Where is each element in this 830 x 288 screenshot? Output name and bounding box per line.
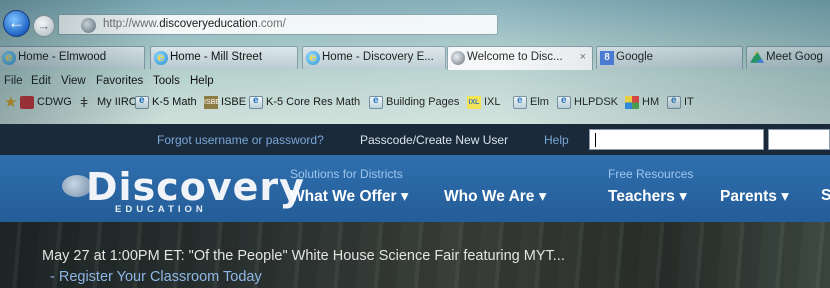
tab-label: Meet Goog <box>766 51 823 63</box>
page-icon <box>249 95 263 109</box>
username-input[interactable] <box>589 129 764 150</box>
text-caret <box>595 133 596 147</box>
google-icon: 8 <box>600 51 614 65</box>
site-utility-bar: Forgot username or password? Passcode/Cr… <box>0 124 830 155</box>
menu-help[interactable]: Help <box>190 75 214 87</box>
fav-isbe[interactable]: ISBE ISBE <box>204 96 246 109</box>
forgot-password-link[interactable]: Forgot username or password? <box>157 133 324 147</box>
favorites-star-icon[interactable]: ★ <box>4 95 17 110</box>
fav-building-pages[interactable]: Building Pages <box>369 95 459 109</box>
fav-k5-core-res-math[interactable]: K-5 Core Res Math <box>249 95 360 109</box>
tab-label: Home - Mill Street <box>170 51 263 63</box>
close-tab-icon[interactable]: × <box>580 51 586 63</box>
districts-section-label: Solutions for Districts <box>290 167 403 181</box>
drive-icon <box>750 51 764 63</box>
address-bar[interactable]: http://www.discoveryeducation.com/ <box>58 14 498 35</box>
tab-google[interactable]: 8 Google <box>596 46 743 69</box>
discovery-logo[interactable]: Discovery EDUCATION <box>60 165 304 215</box>
forward-button[interactable]: → <box>33 15 55 37</box>
irc-icon: ǂ <box>80 94 89 110</box>
register-classroom-link[interactable]: - Register Your Classroom Today <box>50 269 262 285</box>
nav-teachers[interactable]: Teachers ▾ <box>608 187 687 206</box>
tab-welcome-discovery[interactable]: Welcome to Disc... × <box>447 46 593 70</box>
browser-chrome: ← → http://www.discoveryeducation.com/ e… <box>0 0 830 124</box>
tab-strip: e Home - Elmwood e Home - Mill Street e … <box>0 46 830 70</box>
logo-text: Discovery <box>86 165 305 209</box>
fav-k5-math[interactable]: K-5 Math <box>135 95 197 109</box>
tab-meet-google[interactable]: Meet Goog <box>746 46 830 69</box>
page-icon <box>667 95 681 109</box>
site-globe-icon <box>81 18 96 33</box>
tab-home-discovery[interactable]: e Home - Discovery E... <box>302 46 446 69</box>
address-url[interactable]: http://www.discoveryeducation.com/ <box>103 18 286 30</box>
ixl-icon: IXL <box>467 96 481 109</box>
tab-label: Google <box>616 51 654 63</box>
tab-home-mill-street[interactable]: e Home - Mill Street <box>150 46 298 69</box>
menu-view[interactable]: View <box>61 75 86 87</box>
fav-ixl[interactable]: IXL IXL <box>467 96 501 109</box>
navigation-row: ← → http://www.discoveryeducation.com/ <box>0 10 830 37</box>
page-icon <box>135 95 149 109</box>
fav-hlpdsk[interactable]: HLPDSK <box>557 95 618 109</box>
globe-icon <box>451 51 465 65</box>
back-button[interactable]: ← <box>3 10 30 37</box>
menu-edit[interactable]: Edit <box>31 75 51 87</box>
fav-it[interactable]: IT <box>667 95 694 109</box>
nav-who-we-are[interactable]: Who We Are ▾ <box>444 187 547 206</box>
menu-tools[interactable]: Tools <box>153 75 180 87</box>
tab-label: Home - Discovery E... <box>322 51 434 63</box>
ie-icon: e <box>154 51 168 65</box>
fav-my-iirc[interactable]: ǂ My IIRC <box>80 94 137 110</box>
logo-subtext: EDUCATION <box>115 204 207 215</box>
tab-label: Home - Elmwood <box>18 51 107 63</box>
isbe-icon: ISBE <box>204 96 220 109</box>
fav-elm[interactable]: Elm <box>513 95 549 109</box>
hero-banner: May 27 at 1:00PM ET: "Of the People" Whi… <box>0 222 830 288</box>
nav-parents[interactable]: Parents ▾ <box>720 187 789 206</box>
free-resources-label: Free Resources <box>608 167 694 181</box>
tab-label: Welcome to Disc... <box>467 51 563 63</box>
menu-favorites[interactable]: Favorites <box>96 75 143 87</box>
passcode-link[interactable]: Passcode/Create New User <box>360 133 508 147</box>
ie-icon: e <box>2 51 16 65</box>
password-input[interactable] <box>768 129 830 150</box>
ie-icon: e <box>306 51 320 65</box>
site-nav-band: Discovery EDUCATION Solutions for Distri… <box>0 155 830 222</box>
nav-what-we-offer[interactable]: What We Offer ▾ <box>290 187 409 206</box>
nav-more[interactable]: S <box>821 187 830 205</box>
hero-headline: May 27 at 1:00PM ET: "Of the People" Whi… <box>42 248 565 264</box>
cdwg-icon <box>20 96 34 109</box>
fav-cdwg[interactable]: CDWG <box>20 96 72 109</box>
help-link[interactable]: Help <box>544 133 569 147</box>
page-icon <box>557 95 571 109</box>
fav-hm[interactable]: HM <box>625 96 659 109</box>
page-icon <box>513 95 527 109</box>
hm-icon <box>625 96 639 109</box>
menu-bar: File Edit View Favorites Tools Help <box>0 71 830 91</box>
tab-home-elmwood[interactable]: e Home - Elmwood <box>0 46 145 69</box>
page-icon <box>369 95 383 109</box>
favorites-bar: ★ CDWG ǂMy IIRC K-5 Math ISBEISBE K-5 Co… <box>0 91 830 113</box>
menu-file[interactable]: File <box>4 75 23 87</box>
